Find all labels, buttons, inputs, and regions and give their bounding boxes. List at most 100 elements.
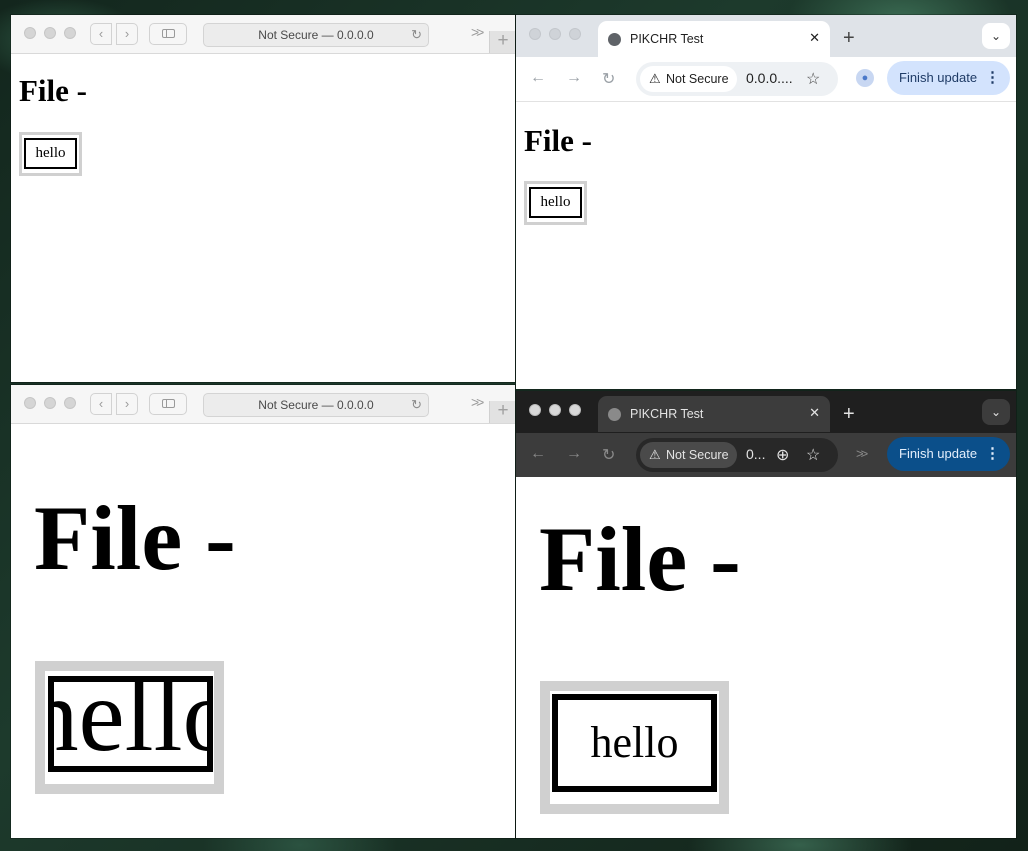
diagram-box: hello [48, 676, 213, 772]
minimize-window-button[interactable] [549, 404, 561, 416]
address-bar[interactable]: Not Secure — 0.0.0.0 ↻ [203, 393, 429, 417]
tab-search-button[interactable]: ⌄ [982, 399, 1010, 425]
diagram-box: hello [552, 694, 717, 792]
close-window-button[interactable] [24, 27, 36, 39]
new-tab-button[interactable]: + [489, 401, 515, 423]
chevron-left-icon: ‹ [98, 26, 104, 41]
close-window-button[interactable] [24, 397, 36, 409]
zoom-window-button[interactable] [569, 28, 581, 40]
diagram-canvas: hello [527, 184, 584, 222]
security-chip[interactable]: ⚠ Not Secure [640, 442, 737, 468]
forward-button[interactable]: › [116, 393, 138, 415]
close-icon[interactable]: ✕ [809, 30, 820, 46]
back-button[interactable]: ‹ [90, 393, 112, 415]
chrome-window-top: PIKCHR Test ✕ + ⌄ ← → ↻ ⚠ Not Secure 0.0… [516, 15, 1016, 389]
sidebar-icon [162, 29, 175, 38]
close-window-button[interactable] [529, 404, 541, 416]
diagram-frame: hello [540, 681, 729, 814]
tab-pikchr-test[interactable]: PIKCHR Test ✕ [598, 21, 830, 57]
omnibox[interactable]: ⚠ Not Secure 0.0.0.... ☆ [636, 62, 838, 96]
toolbar: ← → ↻ ⚠ Not Secure 0.0.0.... ☆ ● Finish … [516, 57, 1016, 102]
zoom-window-button[interactable] [64, 397, 76, 409]
reload-button[interactable]: ↻ [602, 69, 615, 89]
back-button[interactable]: ← [530, 445, 546, 463]
diagram-box: hello [24, 138, 77, 169]
warning-icon: ⚠ [649, 71, 661, 86]
more-icon[interactable]: >> [471, 394, 484, 410]
forward-button[interactable]: → [566, 69, 582, 87]
safari-window-bottom: ‹ › Not Secure — 0.0.0.0 ↻ >> + File - h… [11, 385, 515, 838]
new-tab-button[interactable]: + [843, 403, 855, 426]
forward-button[interactable]: → [566, 445, 582, 463]
forward-button[interactable]: › [116, 23, 138, 45]
extensions-overflow-icon[interactable]: >> [856, 446, 868, 461]
diagram-box: hello [529, 187, 582, 218]
tab-strip: PIKCHR Test ✕ + ⌄ [516, 391, 1016, 433]
tab-title: PIKCHR Test [630, 32, 704, 46]
zoom-icon[interactable]: ⊕ [776, 445, 789, 465]
more-icon[interactable]: >> [471, 24, 484, 40]
reload-icon[interactable]: ↻ [411, 394, 422, 416]
safari-toolbar: ‹ › Not Secure — 0.0.0.0 ↻ >> [11, 15, 515, 54]
chevron-left-icon: ‹ [98, 396, 104, 411]
chevron-down-icon: ⌄ [990, 405, 1002, 419]
zoom-window-button[interactable] [64, 27, 76, 39]
security-label: Not Secure [666, 448, 729, 462]
diagram-box-text: hello [54, 676, 207, 772]
close-icon[interactable]: ✕ [809, 405, 820, 421]
chevron-down-icon: ⌄ [990, 29, 1002, 43]
back-button[interactable]: ← [530, 69, 546, 87]
tab-search-button[interactable]: ⌄ [982, 23, 1010, 49]
safari-window-top: ‹ › Not Secure — 0.0.0.0 ↻ >> + File - h… [11, 15, 515, 382]
diagram-canvas: hello [45, 671, 214, 784]
security-chip[interactable]: ⚠ Not Secure [640, 66, 737, 92]
page-title: File - [524, 123, 592, 158]
star-icon[interactable]: ☆ [806, 69, 820, 89]
warning-icon: ⚠ [649, 447, 661, 462]
url-text: 0.0.0.... [746, 70, 793, 86]
close-window-button[interactable] [529, 28, 541, 40]
diagram-frame: hello [524, 181, 587, 225]
finish-update-button[interactable]: Finish update ⋮ [887, 61, 1010, 95]
toolbar: ← → ↻ ⚠ Not Secure 0... ⊕ ☆ >> Finish up… [516, 433, 1016, 477]
star-icon[interactable]: ☆ [806, 445, 820, 465]
diagram-frame: hello [35, 661, 224, 794]
menu-icon[interactable]: ⋮ [985, 61, 1000, 95]
tab-title: PIKCHR Test [630, 407, 704, 421]
chevron-right-icon: › [124, 26, 130, 41]
new-tab-button[interactable]: + [843, 27, 855, 50]
diagram-canvas: hello [22, 135, 79, 173]
sidebar-toggle-button[interactable] [149, 23, 187, 45]
back-button[interactable]: ‹ [90, 23, 112, 45]
minimize-window-button[interactable] [44, 27, 56, 39]
reload-button[interactable]: ↻ [602, 445, 615, 465]
security-label: Not Secure [666, 72, 729, 86]
diagram-canvas: hello [550, 691, 719, 804]
zoom-window-button[interactable] [569, 404, 581, 416]
profile-avatar[interactable]: ● [856, 69, 874, 87]
globe-icon [608, 33, 621, 46]
finish-update-button[interactable]: Finish update ⋮ [887, 437, 1010, 471]
tab-strip: PIKCHR Test ✕ + ⌄ [516, 15, 1016, 57]
chrome-window-bottom: PIKCHR Test ✕ + ⌄ ← → ↻ ⚠ Not Secure 0..… [516, 391, 1016, 838]
address-bar[interactable]: Not Secure — 0.0.0.0 ↻ [203, 23, 429, 47]
update-label: Finish update [899, 446, 978, 461]
update-label: Finish update [899, 70, 978, 85]
minimize-window-button[interactable] [549, 28, 561, 40]
page-title: File - [539, 508, 741, 610]
tab-pikchr-test[interactable]: PIKCHR Test ✕ [598, 396, 830, 432]
chevron-right-icon: › [124, 396, 130, 411]
diagram-frame: hello [19, 132, 82, 176]
menu-icon[interactable]: ⋮ [985, 437, 1000, 471]
sidebar-toggle-button[interactable] [149, 393, 187, 415]
new-tab-button[interactable]: + [489, 31, 515, 53]
address-text: Not Secure — 0.0.0.0 [258, 398, 374, 412]
reload-icon[interactable]: ↻ [411, 24, 422, 46]
url-text: 0... [746, 446, 766, 462]
safari-toolbar: ‹ › Not Secure — 0.0.0.0 ↻ >> [11, 385, 515, 424]
page-title: File - [19, 73, 87, 108]
minimize-window-button[interactable] [44, 397, 56, 409]
globe-icon [608, 408, 621, 421]
omnibox[interactable]: ⚠ Not Secure 0... ⊕ ☆ [636, 438, 838, 472]
address-text: Not Secure — 0.0.0.0 [258, 28, 374, 42]
